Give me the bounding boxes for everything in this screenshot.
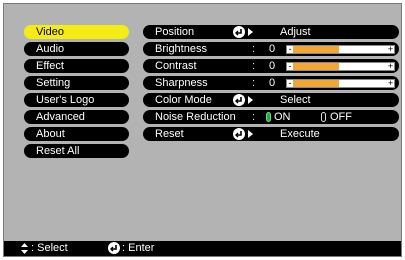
up-down-arrows-icon	[20, 243, 29, 259]
arrow-right-icon	[247, 129, 254, 143]
osd-menu-window: Video Audio Effect Setting User's Logo A…	[3, 3, 402, 257]
setting-sharpness[interactable]: Sharpness : 0 - +	[143, 76, 399, 90]
enter-icon	[108, 242, 120, 254]
enter-icon	[233, 26, 245, 38]
video-settings-panel: Position Adjust Brightness : 0 - + Contr…	[143, 25, 399, 144]
setting-label: Sharpness	[155, 77, 208, 89]
noise-on-radio[interactable]	[266, 112, 271, 122]
setting-color-mode[interactable]: Color Mode Select	[143, 93, 399, 107]
setting-reset[interactable]: Reset Execute	[143, 127, 399, 141]
slider-fill	[293, 63, 339, 70]
arrow-right-icon	[247, 95, 254, 109]
setting-label: Color Mode	[155, 94, 212, 106]
slider-plus: +	[387, 61, 394, 71]
contrast-slider[interactable]: - +	[286, 62, 395, 71]
separator: :	[252, 77, 256, 89]
menu-item-effect[interactable]: Effect	[24, 59, 129, 73]
reset-action: Execute	[280, 128, 320, 140]
enter-hint: : Enter	[122, 242, 155, 254]
status-bar: : Select : Enter	[4, 241, 401, 256]
menu-area: Video Audio Effect Setting User's Logo A…	[4, 4, 401, 241]
menu-item-setting[interactable]: Setting	[24, 76, 129, 90]
slider-plus: +	[387, 44, 394, 54]
slider-fill	[293, 80, 339, 87]
setting-brightness[interactable]: Brightness : 0 - +	[143, 42, 399, 56]
menu-item-advanced[interactable]: Advanced	[24, 110, 129, 124]
setting-position[interactable]: Position Adjust	[143, 25, 399, 39]
setting-contrast[interactable]: Contrast : 0 - +	[143, 59, 399, 73]
arrow-right-icon	[247, 27, 254, 41]
enter-icon	[233, 128, 245, 140]
position-action: Adjust	[280, 26, 311, 38]
noise-off-label: OFF	[330, 111, 352, 123]
setting-label: Noise Reduction	[155, 111, 236, 123]
select-hint: : Select	[31, 242, 68, 254]
menu-item-about[interactable]: About	[24, 127, 129, 141]
menu-item-audio[interactable]: Audio	[24, 42, 129, 56]
contrast-value: 0	[269, 60, 276, 72]
slider-fill	[293, 46, 339, 53]
enter-icon	[233, 94, 245, 106]
sharpness-value: 0	[269, 77, 276, 89]
menu-item-reset-all[interactable]: Reset All	[24, 144, 129, 158]
brightness-slider[interactable]: - +	[286, 45, 395, 54]
setting-label: Reset	[155, 128, 184, 140]
color-mode-action: Select	[280, 94, 311, 106]
slider-plus: +	[387, 78, 394, 88]
setting-noise-reduction[interactable]: Noise Reduction : ON OFF	[143, 110, 399, 124]
separator: :	[252, 60, 256, 72]
separator: :	[252, 43, 256, 55]
sharpness-slider[interactable]: - +	[286, 79, 395, 88]
menu-item-video[interactable]: Video	[24, 25, 129, 39]
setting-label: Brightness	[155, 43, 207, 55]
menu-item-users-logo[interactable]: User's Logo	[24, 93, 129, 107]
setting-label: Position	[155, 26, 195, 38]
brightness-value: 0	[269, 43, 276, 55]
noise-off-radio[interactable]	[321, 112, 326, 122]
main-menu: Video Audio Effect Setting User's Logo A…	[24, 25, 129, 161]
noise-on-label: ON	[274, 111, 291, 123]
setting-label: Contrast	[155, 60, 197, 72]
separator: :	[252, 111, 256, 123]
